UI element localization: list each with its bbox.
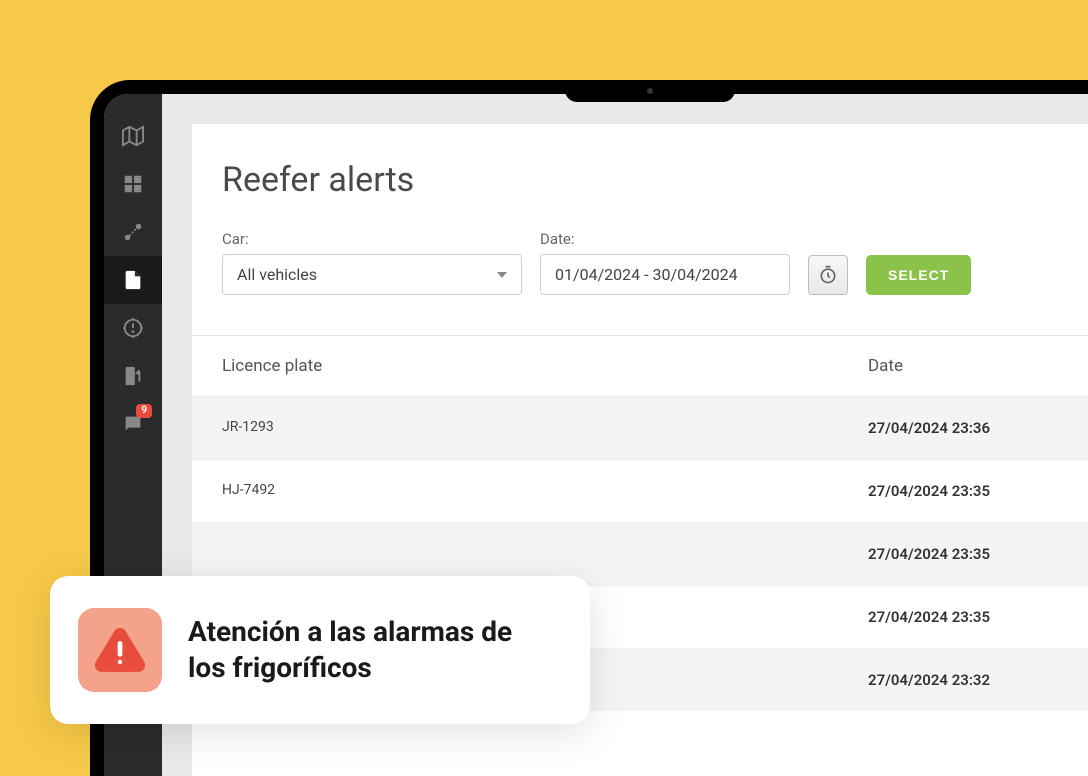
table-row[interactable]: HJ-7492 27/04/2024 23:35 [192, 459, 1088, 522]
cell-date: 27/04/2024 23:35 [868, 608, 1078, 626]
document-icon [122, 269, 144, 291]
cell-plate: HJ-7492 [222, 482, 868, 500]
sidebar-item-documents[interactable] [104, 256, 162, 304]
car-dropdown[interactable]: All vehicles [222, 254, 522, 295]
alert-icon-box [78, 608, 162, 692]
cell-date: 27/04/2024 23:35 [868, 482, 1078, 500]
map-icon [122, 125, 144, 147]
select-button[interactable]: SELECT [866, 255, 971, 295]
col-header-date: Date [868, 356, 1078, 376]
cell-date: 27/04/2024 23:32 [868, 671, 1078, 689]
car-dropdown-value: All vehicles [237, 265, 317, 284]
cell-plate [222, 545, 868, 563]
sidebar-item-dashboard[interactable] [104, 160, 162, 208]
date-range-input[interactable]: 01/04/2024 - 30/04/2024 [540, 254, 790, 295]
sidebar-item-map[interactable] [104, 112, 162, 160]
col-header-plate: Licence plate [222, 356, 868, 376]
table-header: Licence plate Date [192, 336, 1088, 396]
sidebar-item-alerts[interactable] [104, 304, 162, 352]
car-filter: Car: All vehicles [222, 230, 522, 295]
cell-date: 27/04/2024 23:35 [868, 545, 1078, 563]
warning-triangle-icon [94, 624, 146, 676]
table-row[interactable]: JR-1293 27/04/2024 23:36 [192, 396, 1088, 459]
date-filter-label: Date: [540, 230, 790, 248]
sidebar-item-fuel[interactable] [104, 352, 162, 400]
grid-icon [122, 173, 144, 195]
cell-plate: JR-1293 [222, 419, 868, 437]
chevron-down-icon [497, 272, 507, 278]
time-button[interactable] [808, 255, 848, 295]
alert-badge-icon [122, 317, 144, 339]
car-filter-label: Car: [222, 230, 522, 248]
messages-badge: 9 [136, 404, 152, 418]
cell-date: 27/04/2024 23:36 [868, 419, 1078, 437]
callout-text: Atención a las alarmas de los frigorífic… [188, 614, 548, 687]
sidebar-item-messages[interactable]: 9 [104, 400, 162, 448]
route-icon [122, 221, 144, 243]
clock-icon [818, 265, 838, 285]
fuel-icon [122, 365, 144, 387]
date-filter: Date: 01/04/2024 - 30/04/2024 [540, 230, 790, 295]
sidebar-item-routes[interactable] [104, 208, 162, 256]
laptop-notch [565, 80, 735, 102]
filter-bar: Car: All vehicles Date: 01/04/2024 - 30/… [192, 230, 1088, 336]
page-title: Reefer alerts [192, 160, 1088, 230]
callout-card: Atención a las alarmas de los frigorífic… [50, 576, 590, 724]
